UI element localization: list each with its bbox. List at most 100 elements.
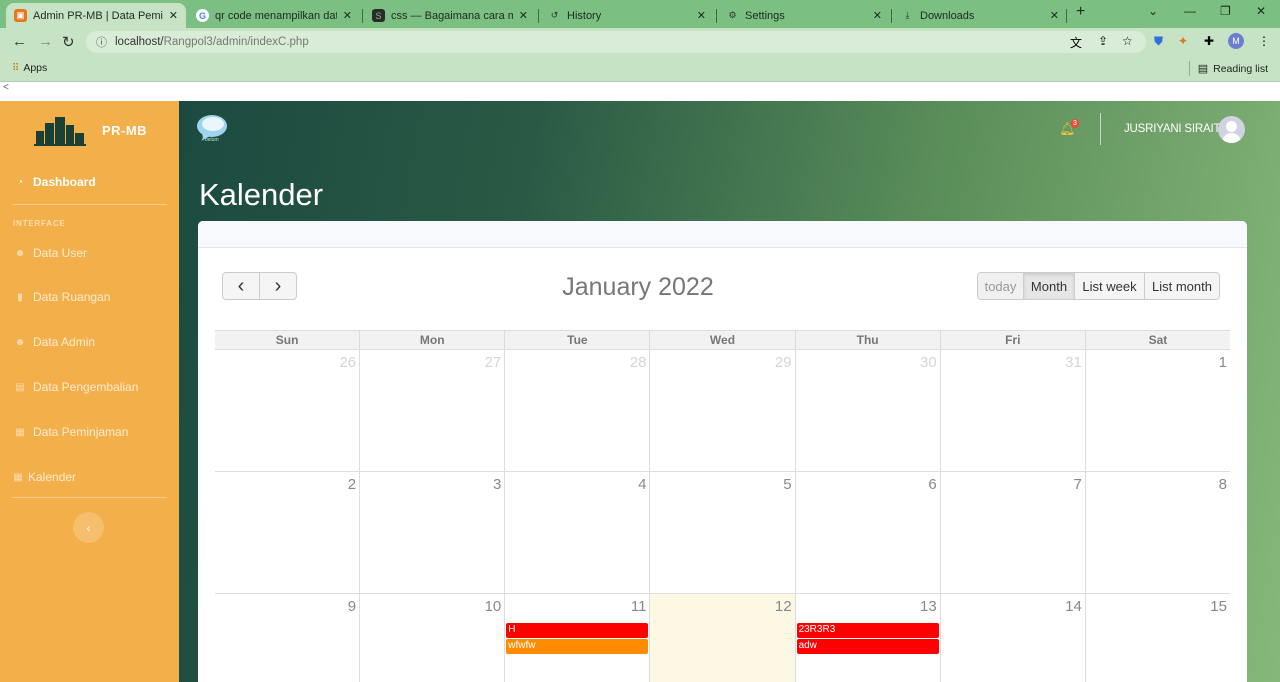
- day-number[interactable]: 5: [783, 476, 791, 493]
- day-number[interactable]: 7: [1074, 476, 1082, 493]
- clipboard-icon: ▤: [15, 381, 25, 393]
- prev-month-button[interactable]: ‹: [222, 272, 260, 300]
- day-number[interactable]: 31: [1065, 354, 1082, 371]
- sidebar-item-data-peminjaman[interactable]: ▦ Data Peminjaman: [14, 425, 128, 439]
- sidebar-item-data-pengembalian[interactable]: ▤ Data Pengembalian: [14, 380, 138, 394]
- user-name[interactable]: JUSRIYANI SIRAIT: [1124, 123, 1220, 135]
- sidebar-item-dashboard[interactable]: ◔ Dashboard: [14, 175, 96, 189]
- calendar-day[interactable]: 1: [1084, 350, 1230, 471]
- calendar-day[interactable]: 30: [794, 350, 940, 471]
- tachometer-icon: ◔: [16, 176, 24, 188]
- browser-tab[interactable]: ⤓ Downloads ✕: [893, 3, 1067, 28]
- calendar-day[interactable]: 3: [359, 472, 504, 593]
- sidebar-item-data-user[interactable]: ☻ Data User: [14, 246, 87, 260]
- calendar-day[interactable]: 31: [939, 350, 1085, 471]
- profile-avatar-icon[interactable]: M: [1228, 33, 1244, 49]
- menu-dots-icon[interactable]: ⋮: [1258, 34, 1270, 48]
- day-number[interactable]: 2: [348, 476, 356, 493]
- calendar-day[interactable]: 27: [359, 350, 504, 471]
- restore-icon[interactable]: ❐: [1220, 4, 1231, 18]
- calendar-day[interactable]: 13 23R3R3 adw: [794, 594, 940, 682]
- calendar-day-today[interactable]: 12: [649, 594, 795, 682]
- day-number[interactable]: 28: [630, 354, 647, 371]
- next-month-button[interactable]: ›: [259, 272, 297, 300]
- calendar-day[interactable]: 11 Hwfwfw: [504, 594, 649, 682]
- calendar-day[interactable]: 29: [649, 350, 794, 471]
- browser-tab[interactable]: ▣ Admin PR-MB | Data Peminjaman ✕: [6, 3, 186, 28]
- close-tab-icon[interactable]: ✕: [873, 9, 882, 22]
- calendar-event[interactable]: H: [506, 623, 649, 638]
- day-number[interactable]: 30: [920, 354, 937, 371]
- reload-icon[interactable]: ↻: [62, 33, 75, 51]
- app-logo-label: belum: [205, 137, 219, 143]
- day-number[interactable]: 29: [775, 354, 792, 371]
- calendar-day[interactable]: 8: [1084, 472, 1230, 593]
- day-number[interactable]: 26: [339, 354, 356, 371]
- window-close-icon[interactable]: ✕: [1256, 4, 1266, 18]
- calendar-day[interactable]: 26: [215, 350, 359, 471]
- tab-title: Settings: [745, 9, 785, 22]
- day-number[interactable]: 9: [348, 598, 356, 615]
- sidebar-item-data-ruangan[interactable]: ▮ Data Ruangan: [14, 290, 110, 304]
- calendar-day[interactable]: 28: [504, 350, 649, 471]
- apps-shortcut[interactable]: ⠿ Apps: [12, 62, 47, 74]
- site-info-icon[interactable]: ⓘ: [96, 34, 107, 50]
- minimize-icon[interactable]: —: [1184, 4, 1196, 18]
- calendar-day[interactable]: 5: [649, 472, 794, 593]
- browser-tab[interactable]: G qr code menampilkan data - Google Sear…: [188, 3, 360, 28]
- day-number[interactable]: 11: [631, 598, 647, 615]
- calendar-event[interactable]: 23R3R3: [796, 623, 939, 638]
- calendar-event[interactable]: wfwfw: [506, 639, 649, 654]
- calendar-day[interactable]: 6: [794, 472, 940, 593]
- list-month-view-button[interactable]: List month: [1144, 272, 1220, 300]
- sidebar-toggle-button[interactable]: ‹: [73, 512, 104, 543]
- sidebar-brand[interactable]: PR-MB: [0, 101, 179, 159]
- calendar-day[interactable]: 2: [215, 472, 359, 593]
- metamask-icon[interactable]: ✦: [1178, 34, 1188, 48]
- browser-tab[interactable]: ↺ History ✕: [540, 3, 714, 28]
- day-number[interactable]: 13: [920, 598, 937, 615]
- forward-arrow-icon[interactable]: →: [38, 33, 53, 50]
- calendar-day[interactable]: 7: [939, 472, 1085, 593]
- calendar-event[interactable]: adw: [796, 639, 939, 654]
- browser-tab[interactable]: S css — Bagaimana cara mengubah ✕: [364, 3, 536, 28]
- close-tab-icon[interactable]: ✕: [343, 9, 352, 22]
- day-number[interactable]: 15: [1210, 598, 1227, 615]
- list-week-view-button[interactable]: List week: [1074, 272, 1145, 300]
- day-number[interactable]: 10: [485, 598, 502, 615]
- close-tab-icon[interactable]: ✕: [169, 9, 178, 22]
- sidebar: PR-MB ◔ Dashboard INTERFACE ☻ Data User …: [0, 101, 179, 682]
- back-arrow-icon[interactable]: ←: [12, 33, 27, 50]
- bookmark-star-icon[interactable]: ☆: [1122, 34, 1133, 48]
- day-number[interactable]: 4: [638, 476, 646, 493]
- calendar-day[interactable]: 10: [359, 594, 504, 682]
- extensions-puzzle-icon[interactable]: ✚: [1204, 34, 1214, 48]
- day-number[interactable]: 6: [928, 476, 936, 493]
- day-number[interactable]: 27: [485, 354, 502, 371]
- day-number[interactable]: 1: [1219, 354, 1227, 371]
- today-button[interactable]: today: [977, 272, 1024, 300]
- day-number[interactable]: 8: [1219, 476, 1227, 493]
- tab-search-icon[interactable]: ⌄: [1148, 4, 1158, 18]
- day-number[interactable]: 14: [1065, 598, 1082, 615]
- extension-shield-icon[interactable]: ⛊: [1154, 34, 1163, 49]
- calendar-day[interactable]: 9: [215, 594, 359, 682]
- new-tab-icon[interactable]: +: [1076, 3, 1085, 21]
- close-tab-icon[interactable]: ✕: [1050, 9, 1059, 22]
- calendar-day[interactable]: 4: [504, 472, 649, 593]
- browser-tab[interactable]: ⚙ Settings ✕: [718, 3, 890, 28]
- translate-icon[interactable]: 文: [1070, 34, 1082, 51]
- url-bar[interactable]: ⓘ localhost/Rangpol3/admin/indexC.php: [86, 31, 1146, 53]
- day-number[interactable]: 3: [493, 476, 501, 493]
- day-number[interactable]: 12: [775, 598, 792, 615]
- reading-list-button[interactable]: ▤ Reading list: [1198, 62, 1268, 76]
- close-tab-icon[interactable]: ✕: [519, 9, 528, 22]
- calendar-day[interactable]: 15: [1084, 594, 1230, 682]
- sidebar-item-data-admin[interactable]: ☻ Data Admin: [14, 335, 95, 349]
- close-tab-icon[interactable]: ✕: [697, 9, 706, 22]
- sidebar-item-kalender[interactable]: ▦ Kalender: [12, 470, 76, 484]
- share-icon[interactable]: ⇪: [1098, 34, 1108, 48]
- month-view-button[interactable]: Month: [1023, 272, 1075, 300]
- calendar-day[interactable]: 14: [939, 594, 1085, 682]
- user-avatar-icon[interactable]: [1218, 116, 1245, 143]
